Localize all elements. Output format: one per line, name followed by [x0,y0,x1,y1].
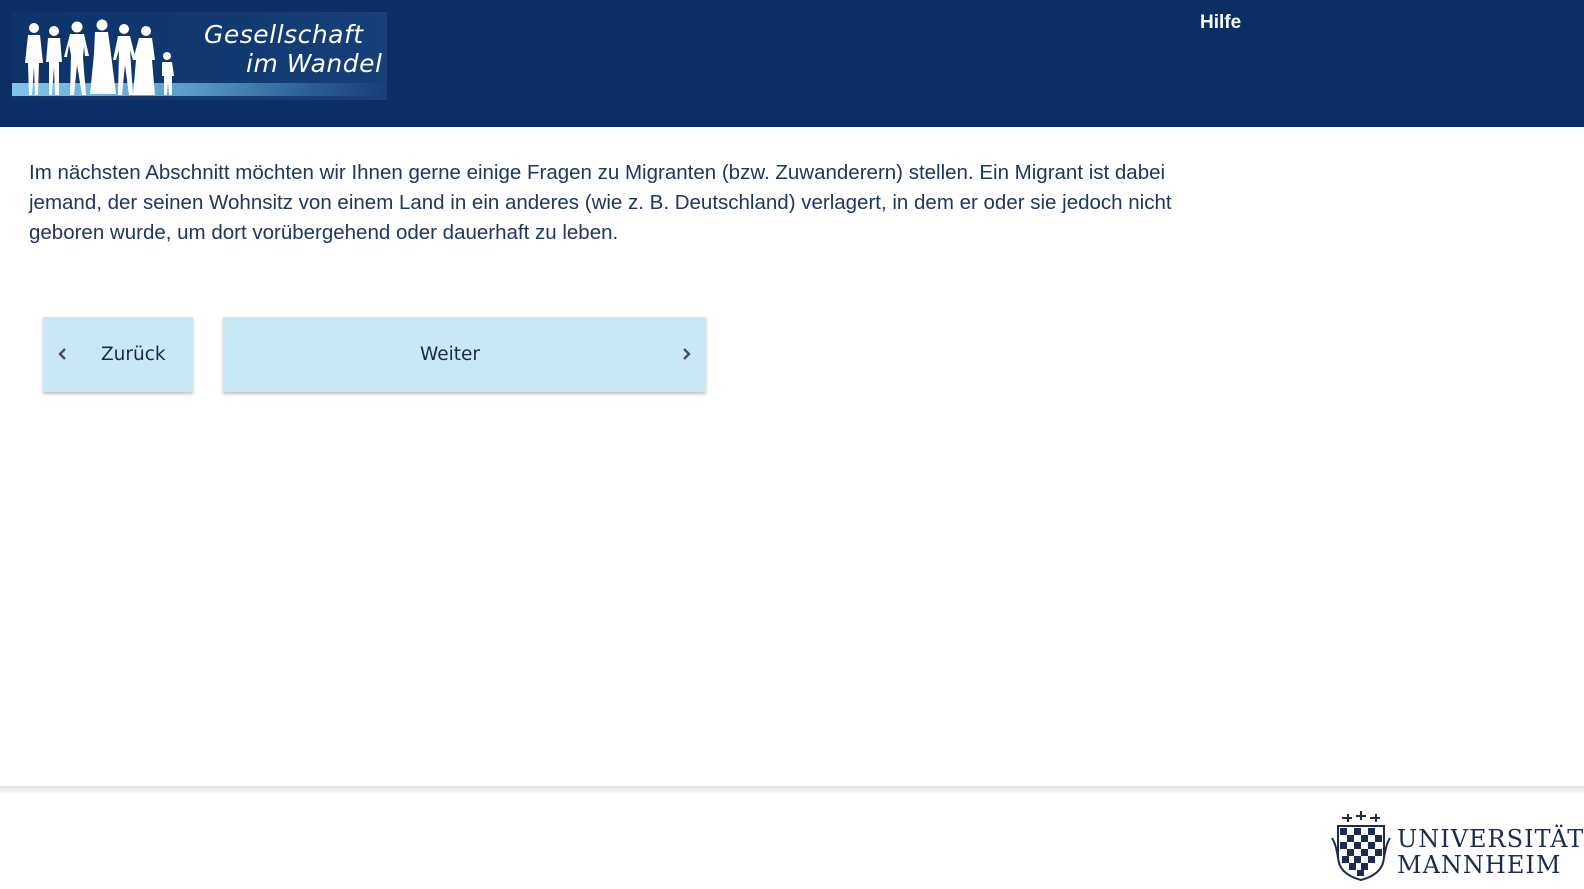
next-button[interactable]: Weiter [223,317,706,392]
university-name-line-2: MANNHEIM [1397,851,1562,879]
back-button[interactable]: Zurück [43,317,193,392]
footer-divider [0,786,1584,794]
universitaet-mannheim-logo: UNIVERSITÄT MANNHEIM [1328,808,1583,884]
chevron-left-icon [58,348,66,360]
university-name-line-1: UNIVERSITÄT [1397,825,1584,853]
gesellschaft-im-wandel-logo: Gesellschaft im Wandel [12,12,387,100]
next-button-label: Weiter [420,344,480,365]
university-crest-icon [1331,811,1391,882]
help-link[interactable]: Hilfe [1200,12,1241,34]
logo-line-2: im Wandel [246,49,383,78]
back-button-label: Zurück [101,344,166,365]
people-silhouettes-icon [25,19,174,95]
site-header: Gesellschaft im Wandel Hilfe [0,0,1584,127]
chevron-right-icon [683,348,691,360]
logo-line-1: Gesellschaft [204,20,364,49]
university-name: UNIVERSITÄT MANNHEIM [1397,826,1584,878]
intro-text: Im nächsten Abschnitt möchten wir Ihnen … [29,161,1172,244]
logo-wordmark: Gesellschaft im Wandel [190,20,385,78]
